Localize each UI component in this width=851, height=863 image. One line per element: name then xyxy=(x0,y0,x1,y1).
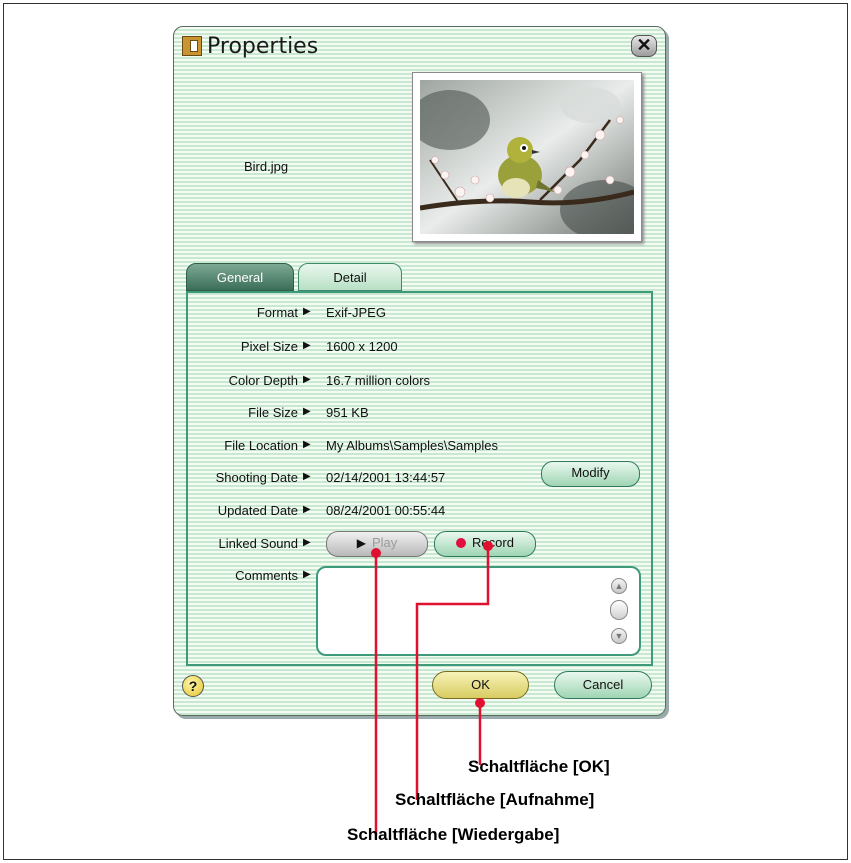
row-arrow-icon: ▶ xyxy=(303,374,311,385)
updated-date-label: Updated Date xyxy=(217,503,298,518)
file-name: Bird.jpg xyxy=(244,159,289,174)
ok-callout-label: Schaltfläche [OK] xyxy=(468,757,610,776)
tab-detail[interactable]: Detail xyxy=(298,263,402,291)
play-callout-label: Schaltfläche [Wiedergabe] xyxy=(347,825,560,844)
play-label: Play xyxy=(371,535,398,550)
image-thumbnail xyxy=(412,72,642,242)
row-arrow-icon: ▶ xyxy=(303,537,311,548)
bird-photo xyxy=(420,80,634,234)
file-location-label: File Location xyxy=(224,438,298,453)
row-arrow-icon: ▶ xyxy=(303,471,311,482)
record-label: Record xyxy=(472,535,514,550)
properties-app-icon xyxy=(182,36,202,56)
play-icon: ▶ xyxy=(356,536,366,550)
record-icon xyxy=(456,538,467,548)
row-arrow-icon: ▶ xyxy=(303,569,311,580)
shooting-date-value: 02/14/2001 13:44:57 xyxy=(326,470,446,485)
comments-label: Comments xyxy=(235,568,298,583)
ok-button[interactable]: OK xyxy=(432,671,529,699)
pixel-size-value: 1600 x 1200 xyxy=(326,339,398,354)
window-title: Properties xyxy=(207,34,319,59)
scroll-down-icon[interactable]: ▼ xyxy=(611,628,627,644)
modify-button[interactable]: Modify xyxy=(541,461,640,487)
comments-textarea[interactable]: ▲ ▼ xyxy=(316,566,641,656)
play-button[interactable]: ▶ Play xyxy=(326,531,428,557)
row-arrow-icon: ▶ xyxy=(303,504,311,515)
color-depth-value: 16.7 million colors xyxy=(326,373,431,388)
file-size-label: File Size xyxy=(248,405,298,420)
file-size-value: 951 KB xyxy=(326,405,369,420)
scrollbar-thumb[interactable] xyxy=(610,600,628,620)
file-location-value: My Albums\Samples\Samples xyxy=(326,438,498,453)
properties-dialog: Properties ✕ Bird.jpg General Detail For… xyxy=(173,26,666,716)
pixel-size-label: Pixel Size xyxy=(240,339,298,354)
format-value: Exif-JPEG xyxy=(326,305,386,320)
cancel-button[interactable]: Cancel xyxy=(554,671,652,699)
shooting-date-label: Shooting Date xyxy=(215,470,298,485)
row-arrow-icon: ▶ xyxy=(303,439,311,450)
row-arrow-icon: ▶ xyxy=(303,340,311,351)
title-bar[interactable]: Properties ✕ xyxy=(174,27,665,65)
help-icon[interactable]: ? xyxy=(182,675,204,697)
row-arrow-icon: ▶ xyxy=(303,306,311,317)
updated-date-value: 08/24/2001 00:55:44 xyxy=(326,503,446,518)
scroll-up-icon[interactable]: ▲ xyxy=(611,578,627,594)
row-arrow-icon: ▶ xyxy=(303,406,311,417)
close-button[interactable]: ✕ xyxy=(631,35,657,57)
record-button[interactable]: Record xyxy=(434,531,536,557)
tab-general[interactable]: General xyxy=(186,263,294,291)
linked-sound-label: Linked Sound xyxy=(218,536,298,551)
record-callout-label: Schaltfläche [Aufnahme] xyxy=(395,790,595,809)
color-depth-label: Color Depth xyxy=(228,373,298,388)
general-panel: Format ▶ Exif-JPEG Pixel Size ▶ 1600 x 1… xyxy=(186,291,653,666)
format-label: Format xyxy=(256,305,298,320)
